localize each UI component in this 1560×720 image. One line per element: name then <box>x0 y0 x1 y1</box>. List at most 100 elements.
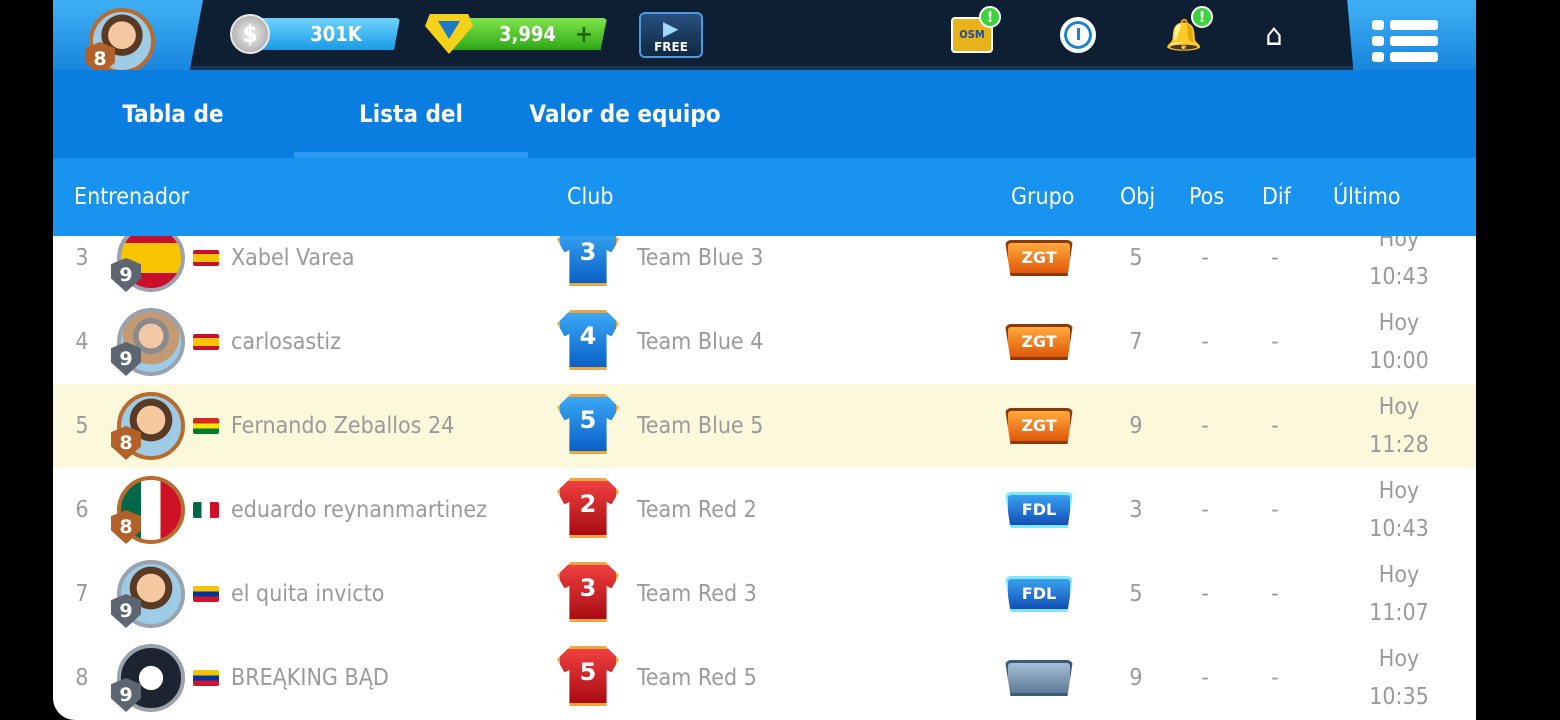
tab-team-value[interactable]: Valor de equipo <box>529 70 721 158</box>
stopwatch-icon <box>1060 17 1096 53</box>
dif-value: - <box>1271 329 1279 355</box>
last-access-day: Hoy <box>1378 562 1420 588</box>
notification-badge: ! <box>979 6 1001 28</box>
coach-name[interactable]: Xabel Varea <box>231 236 355 300</box>
team-shirt-icon: 4 <box>557 310 619 370</box>
pos-value: - <box>1201 329 1209 355</box>
flag-mexico-icon <box>193 502 219 518</box>
last-access-day: Hoy <box>1378 236 1420 252</box>
coin-icon: $ <box>230 14 270 54</box>
free-video-label: FREE <box>654 40 688 54</box>
group-badge: FDL <box>1005 576 1073 612</box>
coach-name[interactable]: Fernando Zeballos 24 <box>231 384 454 468</box>
coach-name[interactable]: eduardo reynanmartinez <box>231 468 487 552</box>
team-name[interactable]: Team Blue 5 <box>637 384 763 468</box>
coins-counter[interactable]: 301K $ <box>230 14 405 54</box>
team-shirt-icon: 3 <box>557 236 619 286</box>
obj-value: 5 <box>1129 581 1143 607</box>
pos-value: - <box>1201 245 1209 271</box>
group-badge <box>1005 660 1073 696</box>
last-access-time: 10:43 <box>1369 516 1429 542</box>
table-row[interactable]: 8 9 BRΕĄKING BĄD 5 Team Red 5 9 - - Hoy … <box>53 636 1476 720</box>
pos-value: - <box>1201 665 1209 691</box>
team-name[interactable]: Team Blue 4 <box>637 300 763 384</box>
obj-value: 3 <box>1129 497 1143 523</box>
team-shirt-icon: 5 <box>557 394 619 454</box>
flag-venezuela-icon <box>193 670 219 686</box>
home-icon: ⌂ <box>1265 17 1283 53</box>
free-video-button[interactable]: FREE <box>639 12 703 58</box>
flag-spain-icon <box>193 250 219 266</box>
team-name[interactable]: Team Blue 3 <box>637 236 763 300</box>
team-name[interactable]: Team Red 3 <box>637 552 757 636</box>
add-gems-icon[interactable]: + <box>575 18 593 50</box>
osm-button[interactable]: OSM ! <box>949 6 1001 58</box>
last-access-day: Hoy <box>1378 310 1420 336</box>
last-access: Hoy 10:43 <box>1357 472 1441 548</box>
coach-name[interactable]: BRΕĄKING BĄD <box>231 636 389 720</box>
group-badge: ZGT <box>1005 324 1073 360</box>
team-name[interactable]: Team Red 2 <box>637 468 757 552</box>
pos-value: - <box>1201 497 1209 523</box>
header-dif[interactable]: Dif <box>1262 158 1291 236</box>
obj-value: 9 <box>1129 413 1143 439</box>
dif-value: - <box>1271 413 1279 439</box>
table-row[interactable]: 6 8 eduardo reynanmartinez 2 Team Red 2 … <box>53 468 1476 552</box>
dif-value: - <box>1271 665 1279 691</box>
last-access-day: Hoy <box>1378 646 1420 672</box>
team-name[interactable]: Team Red 5 <box>637 636 757 720</box>
last-access-day: Hoy <box>1378 394 1420 420</box>
obj-value: 9 <box>1129 665 1143 691</box>
coach-name[interactable]: carlosastiz <box>231 300 341 384</box>
last-access: Hoy 10:43 <box>1357 236 1441 296</box>
tab-bar: Tabla de clasificación Lista del entrena… <box>53 70 1476 216</box>
header-club[interactable]: Club <box>567 158 613 236</box>
table-header: Entrenador Club Grupo Obj Pos Dif Último… <box>53 158 1476 288</box>
coach-table: 3 9 Xabel Varea 3 Team Blue 3 ZGT 5 - - … <box>53 236 1476 720</box>
team-shirt-icon: 2 <box>557 478 619 538</box>
flag-venezuela-icon <box>193 586 219 602</box>
last-access-time: 11:28 <box>1369 432 1429 458</box>
menu-icon[interactable] <box>1372 20 1438 70</box>
header-pos[interactable]: Pos <box>1189 158 1224 236</box>
team-shirt-icon: 5 <box>557 646 619 706</box>
tab-coach-list[interactable]: Lista del entrenador <box>294 70 528 216</box>
stopwatch-button[interactable] <box>1055 12 1101 58</box>
header-obj[interactable]: Obj <box>1120 158 1155 236</box>
last-access-time: 10:43 <box>1369 264 1429 290</box>
table-row[interactable]: 4 9 carlosastiz 4 Team Blue 4 ZGT 7 - - … <box>53 300 1476 384</box>
last-access: Hoy 10:00 <box>1357 304 1441 380</box>
last-access-time: 11:07 <box>1369 600 1429 626</box>
coach-name[interactable]: el quita invicto <box>231 552 384 636</box>
group-badge: FDL <box>1005 492 1073 528</box>
flag-bolivia-icon <box>193 418 219 434</box>
obj-value: 5 <box>1129 245 1143 271</box>
obj-value: 7 <box>1129 329 1143 355</box>
rank: 7 <box>75 581 89 607</box>
group-badge: ZGT <box>1005 240 1073 276</box>
flag-spain-icon <box>193 334 219 350</box>
pos-value: - <box>1201 581 1209 607</box>
last-access: Hoy 11:07 <box>1357 556 1441 632</box>
table-row[interactable]: 3 9 Xabel Varea 3 Team Blue 3 ZGT 5 - - … <box>53 236 1476 300</box>
group-badge: ZGT <box>1005 408 1073 444</box>
last-access-time: 10:00 <box>1369 348 1429 374</box>
table-row-current-user[interactable]: 5 8 Fernando Zeballos 24 5 Team Blue 5 Z… <box>53 384 1476 468</box>
rank: 3 <box>75 245 89 271</box>
table-row[interactable]: 7 9 el quita invicto 3 Team Red 3 FDL 5 … <box>53 552 1476 636</box>
gems-counter[interactable]: 3,994 + <box>425 14 610 54</box>
last-access-day: Hoy <box>1378 478 1420 504</box>
rank: 5 <box>75 413 89 439</box>
header-group[interactable]: Grupo <box>1011 158 1074 236</box>
team-shirt-icon: 3 <box>557 562 619 622</box>
pos-value: - <box>1201 413 1209 439</box>
app-screen: 8 301K $ 3,994 + FREE OSM ! 🔔 ! ⌂ Tabla … <box>53 0 1476 720</box>
rank: 6 <box>75 497 89 523</box>
notification-badge: ! <box>1191 6 1213 28</box>
notifications-button[interactable]: 🔔 ! <box>1161 6 1213 58</box>
home-button[interactable]: ⌂ <box>1251 12 1297 58</box>
dif-value: - <box>1271 497 1279 523</box>
header-coach[interactable]: Entrenador <box>74 158 189 236</box>
tab-standings[interactable]: Tabla de clasificación <box>53 70 293 216</box>
dif-value: - <box>1271 581 1279 607</box>
